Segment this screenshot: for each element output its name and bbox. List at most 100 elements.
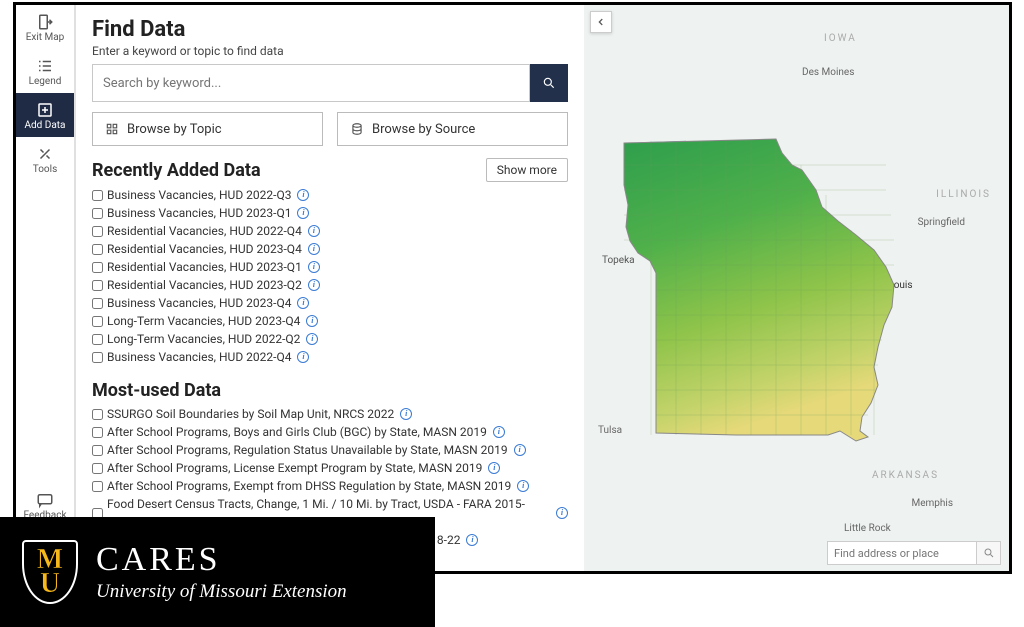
add-data-button[interactable]: Add Data [16,93,74,137]
info-icon[interactable]: i [306,333,318,345]
page-title: Find Data [92,17,568,42]
map-search-input[interactable] [827,541,977,565]
legend-label: Legend [29,77,62,87]
list-item[interactable]: After School Programs, Regulation Status… [92,441,568,459]
app-frame: Exit Map Legend Add Data Tools Feedback … [13,2,1012,574]
tools-button[interactable]: Tools [16,137,74,181]
list-item[interactable]: Residential Vacancies, HUD 2023-Q1i [92,258,568,276]
layer-checkbox[interactable] [92,481,103,492]
layer-label: SSURGO Soil Boundaries by Soil Map Unit,… [107,405,394,423]
show-more-button[interactable]: Show more [486,158,568,182]
recent-head: Recently Added Data Show more [92,158,568,182]
layer-label: Business Vacancies, HUD 2022-Q3 [107,186,291,204]
legend-icon [35,57,55,75]
search-hint: Enter a keyword or topic to find data [92,44,568,58]
list-item[interactable]: Long-Term Vacancies, HUD 2022-Q2 i [92,330,568,348]
layer-checkbox[interactable] [92,463,103,474]
city-des-moines: Des Moines [802,67,854,78]
info-icon[interactable]: i [308,243,320,255]
layer-label: Long-Term Vacancies, HUD 2023-Q4 [107,312,300,330]
state-label-illinois: ILLINOIS [936,189,991,200]
city-little-rock: Little Rock [844,523,891,534]
info-icon[interactable]: i [297,189,309,201]
search-row [92,64,568,102]
info-icon[interactable]: i [400,408,412,420]
layer-label: After School Programs, Regulation Status… [107,441,508,459]
browse-row: Browse by Topic Browse by Source [92,112,568,146]
topic-icon [105,122,119,136]
info-icon[interactable]: i [308,261,320,273]
info-icon[interactable]: i [297,297,309,309]
cares-subtitle: University of Missouri Extension [96,581,347,603]
info-icon[interactable]: i [306,315,318,327]
tools-icon [35,145,55,163]
state-label-iowa: IOWA [824,33,857,44]
layer-checkbox[interactable] [92,427,103,438]
list-item[interactable]: Business Vacancies, HUD 2022-Q3 i [92,186,568,204]
list-item[interactable]: Business Vacancies, HUD 2023-Q4 i [92,294,568,312]
state-label-arkansas: ARKANSAS [872,470,939,481]
layer-label: Residential Vacancies, HUD 2022-Q4 [107,222,302,240]
info-icon[interactable]: i [514,444,526,456]
exit-icon [35,13,55,31]
list-item[interactable]: Long-Term Vacancies, HUD 2023-Q4 i [92,312,568,330]
layer-checkbox[interactable] [92,316,103,327]
layer-checkbox[interactable] [92,352,103,363]
browse-topic-label: Browse by Topic [127,122,222,137]
search-icon [542,76,556,90]
info-icon[interactable]: i [493,426,505,438]
map-search-button[interactable] [977,541,1001,565]
layer-label: After School Programs, Boys and Girls Cl… [107,423,487,441]
list-item[interactable]: After School Programs, License Exempt Pr… [92,459,568,477]
rail-spacer [16,181,74,483]
layer-label: After School Programs, Exempt from DHSS … [107,477,511,495]
feedback-icon [35,491,55,509]
list-item[interactable]: Business Vacancies, HUD 2023-Q1i [92,204,568,222]
layer-checkbox[interactable] [92,445,103,456]
info-icon[interactable]: i [297,207,309,219]
legend-button[interactable]: Legend [16,49,74,93]
browse-source-button[interactable]: Browse by Source [337,112,568,146]
browse-topic-button[interactable]: Browse by Topic [92,112,323,146]
list-item[interactable]: After School Programs, Exempt from DHSS … [92,477,568,495]
exit-map-button[interactable]: Exit Map [16,5,74,49]
layer-checkbox[interactable] [92,409,103,420]
info-icon[interactable]: i [517,480,529,492]
search-input[interactable] [92,64,530,102]
collapse-panel-button[interactable] [590,11,612,33]
list-item[interactable]: SSURGO Soil Boundaries by Soil Map Unit,… [92,405,568,423]
map-area[interactable]: IOWA ILLINOIS ARKANSAS Des Moines Spring… [584,5,1009,571]
info-icon[interactable]: i [556,507,568,519]
layer-label: Residential Vacancies, HUD 2023-Q4 [107,240,302,258]
layer-checkbox[interactable] [92,262,103,273]
list-item[interactable]: Business Vacancies, HUD 2022-Q4i [92,348,568,366]
layer-checkbox[interactable] [92,190,103,201]
mostused-head: Most-used Data [92,380,568,401]
layer-checkbox[interactable] [92,226,103,237]
layer-label: Long-Term Vacancies, HUD 2022-Q2 [107,330,300,348]
missouri-choropleth [616,135,926,445]
info-icon[interactable]: i [297,351,309,363]
mostused-heading: Most-used Data [92,380,221,401]
info-icon[interactable]: i [488,462,500,474]
tools-label: Tools [33,165,57,175]
search-button[interactable] [530,64,568,102]
layer-checkbox[interactable] [92,208,103,219]
layer-checkbox[interactable] [92,334,103,345]
list-item[interactable]: Residential Vacancies, HUD 2023-Q2i [92,276,568,294]
info-icon[interactable]: i [308,225,320,237]
recent-list: Business Vacancies, HUD 2022-Q3iBusiness… [92,186,568,366]
layer-checkbox[interactable] [92,244,103,255]
layer-checkbox[interactable] [92,280,103,291]
exit-map-label: Exit Map [26,33,65,43]
info-icon[interactable]: i [466,534,478,546]
list-item[interactable]: Residential Vacancies, HUD 2022-Q4 i [92,222,568,240]
layer-label: Business Vacancies, HUD 2023-Q4 [107,294,291,312]
browse-source-label: Browse by Source [372,122,475,137]
recent-heading: Recently Added Data [92,160,261,181]
list-item[interactable]: After School Programs, Boys and Girls Cl… [92,423,568,441]
city-memphis: Memphis [911,498,953,509]
list-item[interactable]: Residential Vacancies, HUD 2023-Q4 i [92,240,568,258]
layer-checkbox[interactable] [92,298,103,309]
info-icon[interactable]: i [308,279,320,291]
